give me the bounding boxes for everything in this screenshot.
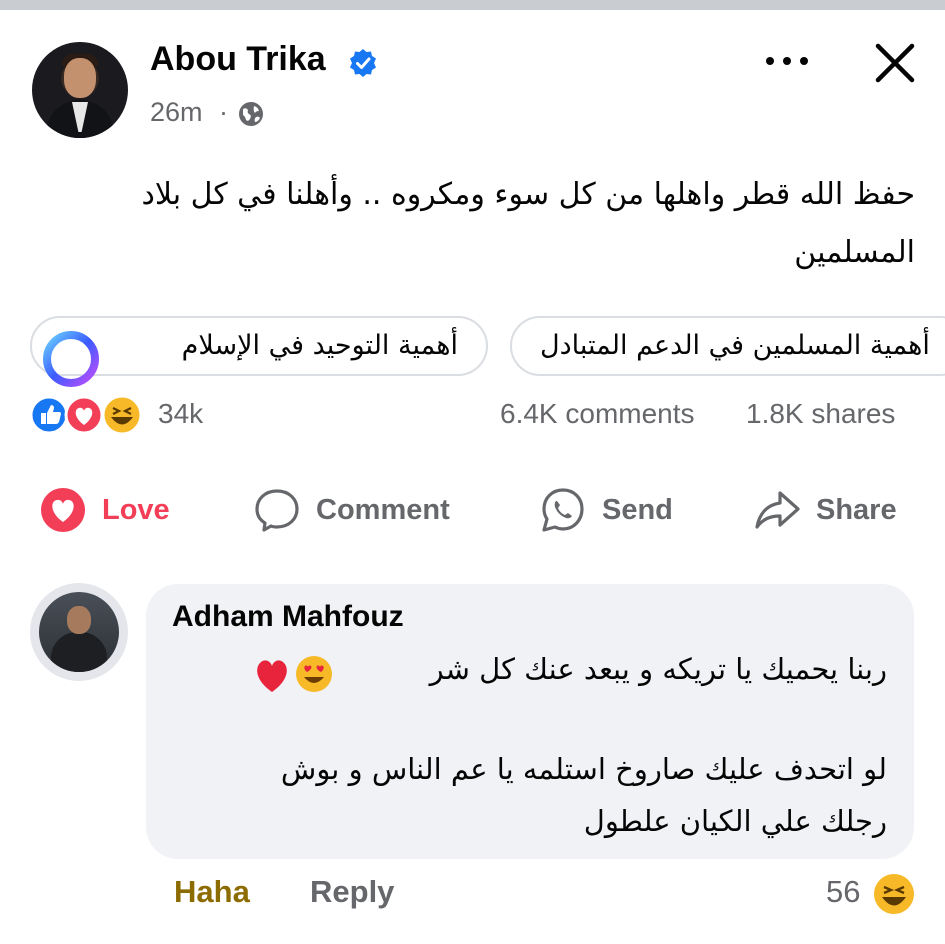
- love-icon: [64, 395, 104, 435]
- verified-badge-icon: [350, 49, 376, 77]
- share-label: Share: [816, 493, 897, 526]
- globe-icon: [239, 102, 263, 126]
- haha-icon: [874, 874, 914, 914]
- suggestion-chip-label: أهمية التوحيد في الإسلام: [181, 330, 458, 361]
- author-name[interactable]: Abou Trika: [150, 40, 326, 79]
- send-label: Send: [602, 493, 673, 526]
- send-button[interactable]: Send: [538, 484, 673, 536]
- top-divider: [0, 0, 945, 10]
- close-icon[interactable]: [872, 40, 918, 86]
- whatsapp-icon: [542, 488, 584, 532]
- love-label: Love: [102, 493, 170, 526]
- haha-icon: [101, 394, 143, 436]
- post-time[interactable]: 26m: [150, 97, 203, 128]
- share-button[interactable]: Share: [752, 484, 897, 536]
- comment-haha-reaction-button[interactable]: Haha: [174, 874, 250, 910]
- love-button[interactable]: Love: [38, 484, 170, 536]
- post-text: حفظ الله قطر واهلها من كل سوء ومكروه .. …: [141, 177, 916, 270]
- author-avatar[interactable]: [32, 42, 128, 138]
- comment-reply-button[interactable]: Reply: [310, 874, 394, 910]
- love-icon: [41, 488, 85, 532]
- meta-ai-icon: [43, 331, 99, 387]
- comments-count[interactable]: 6.4K comments: [500, 398, 695, 430]
- comment-text-line: لو اتحدف عليك صاروخ استلمه يا عم الناس و…: [280, 752, 887, 786]
- comment-button[interactable]: Comment: [252, 484, 450, 536]
- comment-text-line: ربنا يحميك يا تريكه و يبعد عنك كل شر: [429, 652, 887, 686]
- share-icon: [755, 491, 800, 529]
- suggestion-chip-mutual-support[interactable]: أهمية المسلمين في الدعم المتبادل: [510, 316, 945, 376]
- reaction-count[interactable]: 34k: [158, 398, 203, 430]
- comment-text-line: رجلك علي الكيان علطول: [583, 804, 887, 838]
- comment-author[interactable]: Adham Mahfouz: [172, 600, 404, 634]
- comment-reaction-count[interactable]: 56: [826, 874, 860, 910]
- shares-count[interactable]: 1.8K shares: [746, 398, 895, 430]
- commenter-avatar[interactable]: [30, 583, 128, 681]
- comment-icon: [255, 489, 299, 532]
- like-icon: [30, 395, 69, 435]
- comment-label: Comment: [316, 493, 450, 526]
- reaction-summary-icons[interactable]: [30, 394, 150, 436]
- red-heart-emoji-icon: [257, 660, 287, 692]
- time-separator: ·: [219, 97, 228, 127]
- more-options-icon[interactable]: [762, 48, 812, 74]
- heart-eyes-emoji-icon: [296, 656, 332, 692]
- suggestion-chip-label: أهمية المسلمين في الدعم المتبادل: [540, 330, 930, 361]
